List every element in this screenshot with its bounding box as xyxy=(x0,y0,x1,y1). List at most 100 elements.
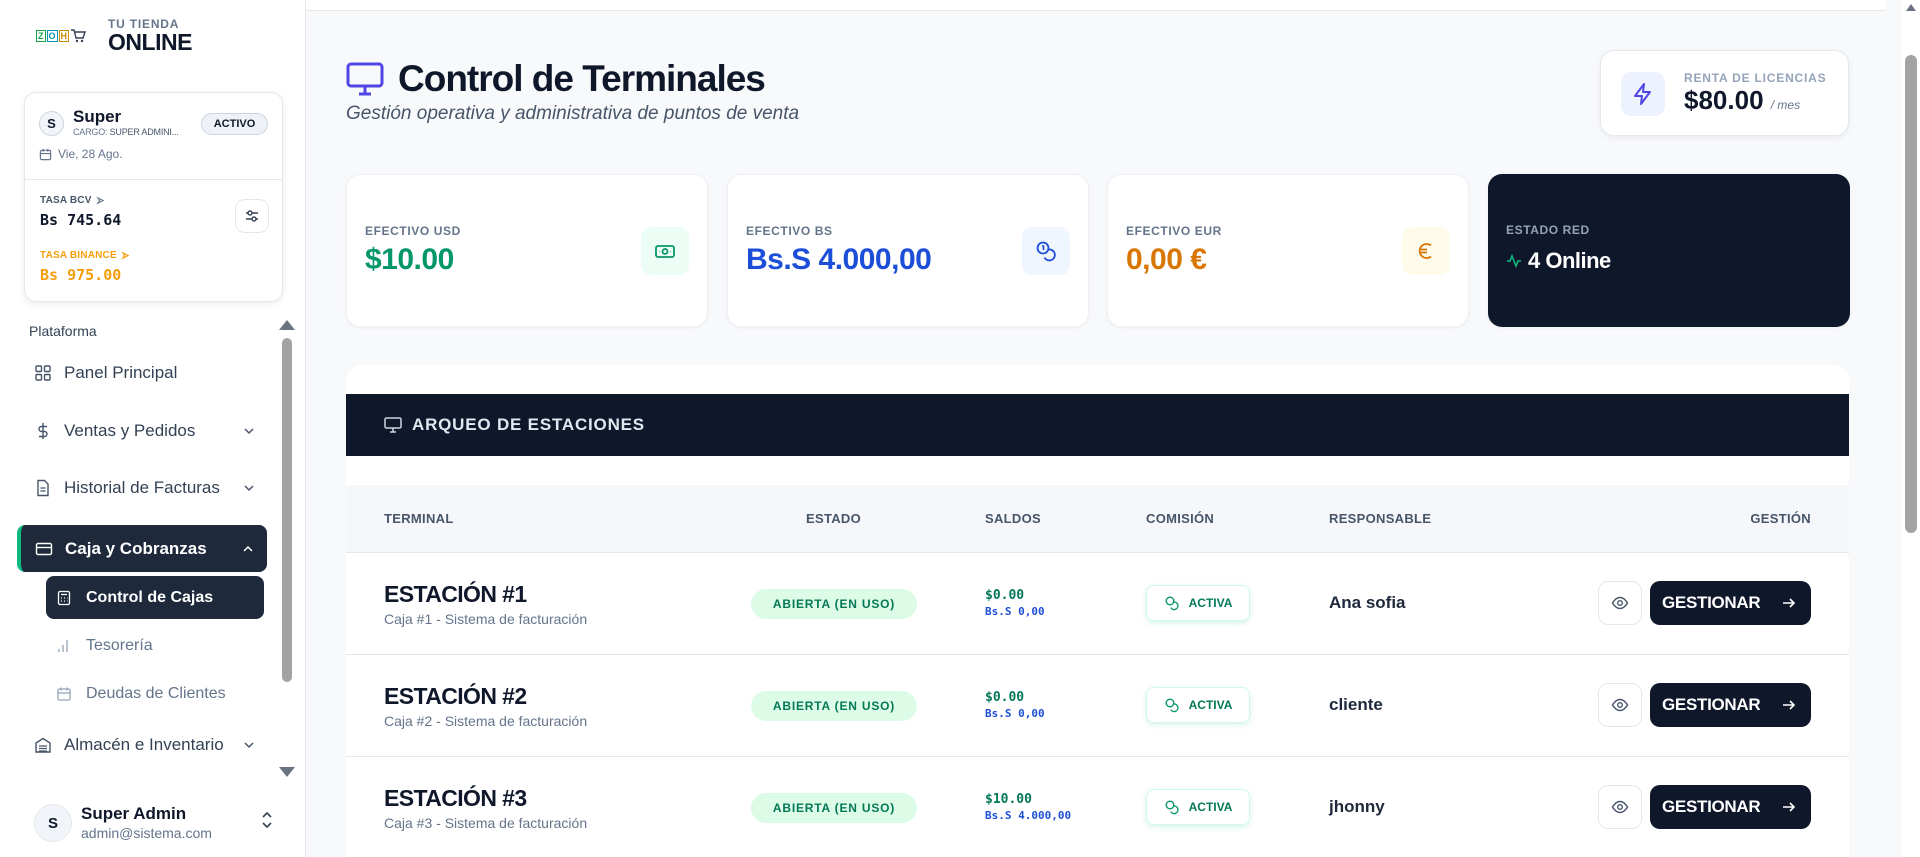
balance-bs: Bs.S 0,00 xyxy=(985,707,1045,720)
page-title: Control de Terminales xyxy=(398,58,766,99)
page-header: Control de Terminales xyxy=(346,58,766,100)
terminal-desc: Caja #2 - Sistema de facturación xyxy=(384,713,588,729)
commission-badge[interactable]: ACTIVA xyxy=(1146,687,1250,723)
eye-icon xyxy=(1611,596,1629,610)
avatar: S xyxy=(34,804,72,842)
chevron-down-icon xyxy=(244,428,254,435)
manage-button[interactable]: GESTIONAR xyxy=(1650,683,1811,727)
page-scrollbar[interactable] xyxy=(1902,0,1920,857)
bar-chart-icon xyxy=(58,639,68,652)
column-header[interactable]: GESTIÓN xyxy=(1750,511,1811,526)
bolt-icon xyxy=(1621,72,1665,116)
table-row: ESTACIÓN #3 Caja #3 - Sistema de factura… xyxy=(346,757,1849,857)
balance-usd: $0.00 xyxy=(985,690,1025,705)
terminal-desc: Caja #1 - Sistema de facturación xyxy=(384,611,588,627)
bcv-rate-value: Bs 745.64 xyxy=(40,211,122,229)
arrow-right-icon xyxy=(1783,598,1796,608)
dollar-icon xyxy=(38,423,48,439)
bcv-rate-label: TASA BCV xyxy=(40,195,105,206)
sidebar-item-panel-principal[interactable]: Panel Principal xyxy=(34,363,256,383)
column-header[interactable]: COMISIÓN xyxy=(1146,511,1214,526)
coins-icon xyxy=(1165,698,1179,713)
table-title: ARQUEO DE ESTACIONES xyxy=(412,415,645,434)
license-card: RENTA DE LICENCIAS $80.00 / mes xyxy=(1600,50,1849,136)
table-row: ESTACIÓN #1 Caja #1 - Sistema de factura… xyxy=(346,553,1849,655)
responsible-name: Ana sofia xyxy=(1329,593,1406,612)
terminal-name: ESTACIÓN #2 xyxy=(384,683,527,709)
cart-icon xyxy=(71,29,86,43)
column-header[interactable]: RESPONSABLE xyxy=(1329,511,1431,526)
balance-bs: Bs.S 4.000,00 xyxy=(985,809,1072,822)
balance-usd: $0.00 xyxy=(985,588,1025,603)
card-icon xyxy=(35,542,53,555)
sidebar-item-label: Almacén e Inventario xyxy=(64,735,224,754)
terminal-name: ESTACIÓN #1 xyxy=(384,581,527,607)
column-header[interactable]: ESTADO xyxy=(806,511,861,526)
brand[interactable]: Z O H TU TIENDA ONLINE xyxy=(36,18,192,54)
terminal-desc: Caja #3 - Sistema de facturación xyxy=(384,815,588,831)
table-column-headers: TERMINAL ESTADO SALDOS COMISIÓN RESPONSA… xyxy=(346,485,1849,553)
sidebar-item-ventas[interactable]: Ventas y Pedidos xyxy=(34,421,256,441)
sidebar-scrollbar[interactable] xyxy=(282,338,292,682)
stat-card-usd: EFECTIVO USD $10.00 xyxy=(346,174,708,327)
balance-usd: $10.00 xyxy=(985,792,1032,807)
chevron-updown-icon xyxy=(262,811,272,829)
responsible-name: cliente xyxy=(1329,695,1383,714)
zoho-logo: Z O H xyxy=(36,29,86,43)
column-header[interactable]: TERMINAL xyxy=(384,511,454,526)
terminal-name: ESTACIÓN #3 xyxy=(384,785,527,811)
stat-card-eur: EFECTIVO EUR 0,00 € xyxy=(1107,174,1469,327)
sidebar-subitem-control-cajas[interactable]: Control de Cajas xyxy=(46,576,264,619)
sidebar-item-caja[interactable]: Caja y Cobranzas xyxy=(17,525,267,572)
stat-label: EFECTIVO EUR xyxy=(1126,224,1222,238)
view-button[interactable] xyxy=(1598,581,1642,625)
stat-label: ESTADO RED xyxy=(1506,223,1590,237)
chevron-down-icon xyxy=(244,485,254,492)
column-header[interactable]: SALDOS xyxy=(985,511,1041,526)
scroll-down-arrow[interactable] xyxy=(279,767,295,777)
binance-rate-value: Bs 975.00 xyxy=(40,266,122,284)
euro-icon xyxy=(1402,227,1450,275)
manage-button[interactable]: GESTIONAR xyxy=(1650,581,1811,625)
sliders-icon xyxy=(246,210,258,222)
sidebar-subitem-deudas[interactable]: Deudas de Clientes xyxy=(46,672,264,715)
view-button[interactable] xyxy=(1598,785,1642,829)
sidebar-item-label: Ventas y Pedidos xyxy=(64,421,196,440)
activity-icon xyxy=(1507,253,1521,269)
rate-settings-button[interactable] xyxy=(235,199,269,233)
stat-value: Bs.S 4.000,00 xyxy=(746,243,932,276)
monitor-icon xyxy=(384,417,402,433)
sidebar-item-almacen[interactable]: Almacén e Inventario xyxy=(34,735,256,755)
license-value: $80.00 / mes xyxy=(1684,85,1801,115)
chevron-up-icon xyxy=(243,545,253,552)
responsible-name: jhonny xyxy=(1329,797,1385,816)
stat-value: 4 Online xyxy=(1506,248,1611,274)
nav-section-label: Plataforma xyxy=(29,323,97,339)
user-name: Super xyxy=(73,107,122,126)
commission-badge[interactable]: ACTIVA xyxy=(1146,789,1250,825)
grid-icon xyxy=(35,365,51,381)
scroll-up-arrow[interactable] xyxy=(279,320,295,330)
file-icon xyxy=(37,479,49,497)
arrow-right-icon xyxy=(1783,700,1796,710)
status-badge: ABIERTA (EN USO) xyxy=(751,793,917,823)
binance-rate-label: TASA BINANCE xyxy=(40,250,130,261)
stat-card-network: ESTADO RED 4 Online xyxy=(1488,174,1850,327)
sidebar-item-facturas[interactable]: Historial de Facturas xyxy=(34,478,256,498)
sidebar: Z O H TU TIENDA ONLINE S Super CARGO: SU… xyxy=(0,0,306,857)
sidebar-subitem-label: Control de Cajas xyxy=(86,588,214,606)
divider xyxy=(25,179,282,180)
coins-icon xyxy=(1165,596,1179,611)
manage-button[interactable]: GESTIONAR xyxy=(1650,785,1811,829)
view-button[interactable] xyxy=(1598,683,1642,727)
commission-badge[interactable]: ACTIVA xyxy=(1146,585,1250,621)
sidebar-subitem-tesoreria[interactable]: Tesorería xyxy=(46,624,264,667)
coins-icon xyxy=(1165,800,1179,815)
monitor-icon xyxy=(346,62,384,96)
calendar-icon xyxy=(39,148,52,160)
table-row: ESTACIÓN #2 Caja #2 - Sistema de factura… xyxy=(346,655,1849,757)
user-menu[interactable]: S Super Admin admin@sistema.com xyxy=(0,790,306,857)
user-role: CARGO: SUPER ADMINI... xyxy=(73,127,179,137)
calculator-icon xyxy=(57,590,71,605)
license-label: RENTA DE LICENCIAS xyxy=(1684,71,1827,85)
